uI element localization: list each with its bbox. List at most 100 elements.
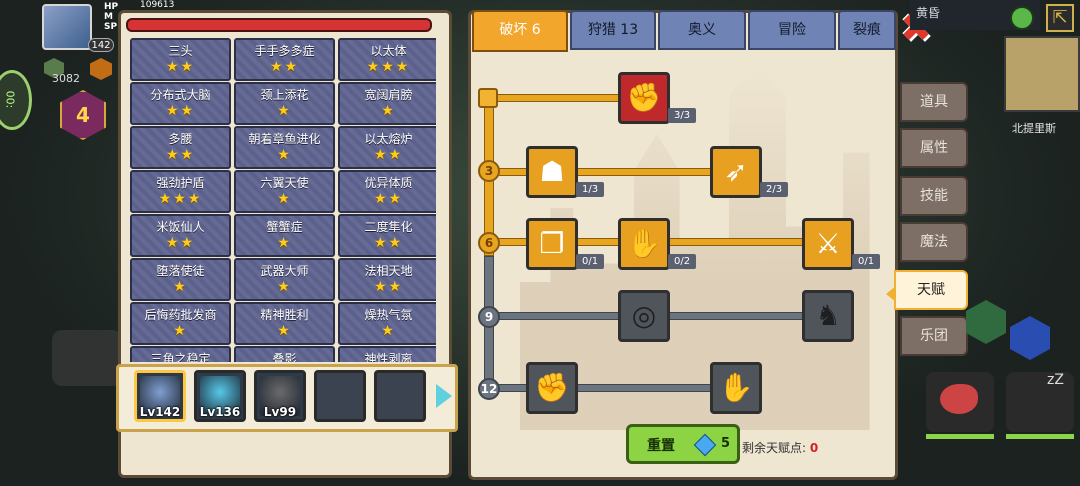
achievement-name: 三头 [168, 44, 193, 58]
tab-4[interactable]: 裂痕 [838, 10, 896, 50]
achievement-stars: ★★ [373, 191, 404, 207]
achievement-cell[interactable]: 宽阔肩膀 ★ [338, 82, 436, 125]
achievement-cell[interactable]: 米饭仙人 ★★ [130, 214, 231, 257]
achievement-cell[interactable]: 颈上添花 ★ [234, 82, 335, 125]
side-menu-item[interactable]: 技能 [900, 176, 968, 216]
achievement-cell[interactable]: 叠影 [234, 346, 335, 362]
achievement-name: 蟹蟹症 [266, 220, 303, 234]
achievement-stars: ★★ [165, 147, 196, 163]
achievement-name: 堕落使徒 [156, 264, 205, 278]
achievement-name: 叠影 [272, 352, 297, 362]
rest-slot[interactable]: zZ [1006, 372, 1074, 432]
tab-3[interactable]: 冒险 [748, 10, 836, 50]
talent-node-punch[interactable]: ✋ [618, 218, 670, 270]
achievement-cell[interactable]: 法相天地 ★★ [338, 258, 436, 301]
talent-node-cards[interactable]: ❐ [526, 218, 578, 270]
talent-node-locked-hands[interactable]: ✋ [710, 362, 762, 414]
achievement-name: 三角之稳定 [150, 352, 211, 362]
side-menu-item[interactable]: 道具 [900, 82, 968, 122]
hp-bar [126, 18, 432, 32]
hero-slot[interactable]: Lv142 [134, 370, 186, 422]
achievement-name: 精神胜利 [260, 308, 309, 322]
branch-0 [490, 94, 624, 102]
tree-root-node [478, 88, 498, 108]
talent-node-locked-vortex[interactable]: ◎ [618, 290, 670, 342]
hero-level: Lv99 [263, 405, 297, 419]
achievement-cell[interactable]: 堕落使徒 ★ [130, 258, 231, 301]
hero-slot[interactable]: Lv99 [254, 370, 306, 422]
achievement-name: 法相天地 [364, 264, 413, 278]
fist-icon: ✊ [534, 371, 570, 404]
achievement-stars: ★ [277, 191, 292, 207]
achievement-name: 分布式大脑 [150, 88, 211, 102]
rest-bar [1006, 434, 1074, 439]
minimap[interactable] [1004, 36, 1080, 112]
side-menu-item[interactable]: 魔法 [900, 222, 968, 262]
remaining-value: 0 [809, 441, 819, 455]
achievement-name: 强劲护盾 [156, 176, 205, 190]
globe-icon[interactable] [1010, 6, 1034, 30]
exit-icon[interactable]: ⇱ [1046, 4, 1074, 32]
achievement-cell[interactable]: 优异体质 ★★ [338, 170, 436, 213]
achievement-cell[interactable]: 朝着章鱼进化 ★ [234, 126, 335, 169]
hero-level: Lv142 [139, 405, 181, 419]
achievement-name: 手手多多症 [254, 44, 315, 58]
achievement-cell[interactable]: 手手多多症 ★★ [234, 38, 335, 81]
branch-3 [490, 168, 716, 176]
side-menu-item[interactable]: 属性 [900, 128, 968, 168]
remaining-points: 剩余天赋点: 0 [742, 432, 892, 464]
achievement-name: 神性剥离 [364, 352, 413, 362]
punch-icon: ✋ [626, 227, 662, 260]
achievement-cell[interactable]: 强劲护盾 ★★★ [130, 170, 231, 213]
talent-node-body[interactable]: ☗ [526, 146, 578, 198]
diamond-icon [693, 433, 717, 457]
achievement-name: 宽阔肩膀 [364, 88, 413, 102]
achievement-cell[interactable]: 燥热气氛 ★ [338, 302, 436, 345]
achievement-cell[interactable]: 三角之稳定 [130, 346, 231, 362]
achievement-cell[interactable]: 武器大师 ★ [234, 258, 335, 301]
empty-hero-slot[interactable] [314, 370, 366, 422]
achievement-cell[interactable]: 分布式大脑 ★★ [130, 82, 231, 125]
player-level-chip: 142 [88, 38, 114, 52]
achievement-cell[interactable]: 蟹蟹症 ★ [234, 214, 335, 257]
achievement-name: 六翼天使 [260, 176, 309, 190]
reset-button[interactable]: 重置 5 [626, 424, 740, 464]
talent-node-arrow[interactable]: ➶ [710, 146, 762, 198]
side-menu-item[interactable]: 天赋 [894, 270, 968, 310]
hero-slot[interactable]: Lv136 [194, 370, 246, 422]
tab-0[interactable]: 破坏 6 [472, 10, 568, 52]
achievement-cell[interactable]: 六翼天使 ★ [234, 170, 335, 213]
player-avatar[interactable] [42, 4, 92, 50]
body-icon: ☗ [539, 155, 565, 188]
meat-icon [940, 384, 978, 414]
achievement-cell[interactable]: 三头 ★★ [130, 38, 231, 81]
tab-1[interactable]: 狩猎 13 [570, 10, 656, 50]
achievement-cell[interactable]: 以太熔炉 ★★ [338, 126, 436, 169]
achievement-cell[interactable]: 二度隼化 ★★ [338, 214, 436, 257]
talent-count: 0/1 [576, 254, 605, 269]
achievement-cell[interactable]: 以太体 ★★★ [338, 38, 436, 81]
food-slot[interactable] [926, 372, 994, 432]
achievement-cell[interactable]: 精神胜利 ★ [234, 302, 335, 345]
reset-label: 重置 [647, 438, 675, 454]
tab-2[interactable]: 奥义 [658, 10, 746, 50]
vortex-icon: ◎ [631, 299, 657, 332]
talent-count: 3/3 [668, 108, 697, 123]
talent-node-arm-wrestle[interactable]: ✊ [618, 72, 670, 124]
achievement-cell[interactable]: 多腰 ★★ [130, 126, 231, 169]
achievement-cell[interactable]: 神性剥离 [338, 346, 436, 362]
achievement-cell[interactable]: 后悔药批发商 ★ [130, 302, 231, 345]
tier-marker-9: 9 [478, 306, 500, 328]
talent-count: 2/3 [760, 182, 789, 197]
empty-hero-slot[interactable] [374, 370, 426, 422]
talent-node-locked-bat[interactable]: ♞ [802, 290, 854, 342]
dpad-control[interactable] [52, 330, 122, 386]
side-menu-item[interactable]: 乐团 [900, 316, 968, 356]
next-hero-arrow-icon[interactable] [436, 384, 452, 408]
talent-node-locked-fist[interactable]: ✊ [526, 362, 578, 414]
achievement-stars: ★ [277, 147, 292, 163]
hero-level: Lv136 [199, 405, 241, 419]
achievement-stars: ★★ [165, 235, 196, 251]
talent-node-blade[interactable]: ⚔ [802, 218, 854, 270]
achievement-stars: ★ [173, 279, 188, 295]
